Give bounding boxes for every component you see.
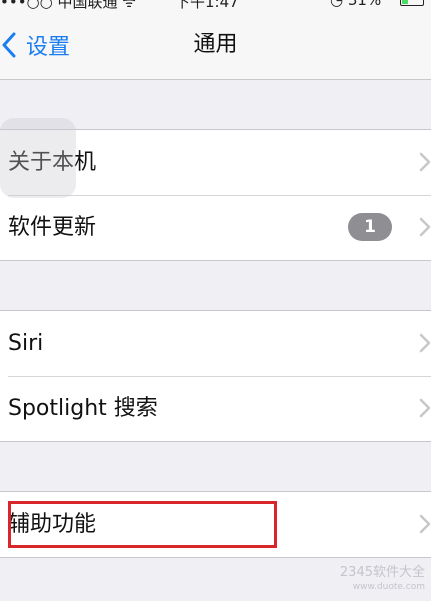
settings-group-accessibility: 辅助功能 [0, 491, 431, 558]
row-accessibility[interactable]: 辅助功能 [0, 492, 431, 557]
watermark-text: 2345软件大全 [339, 565, 425, 580]
settings-group-search: Siri Spotlight 搜索 [0, 310, 431, 442]
battery-percent: ◔ 31% [330, 0, 382, 9]
row-label: 辅助功能 [8, 512, 97, 537]
battery-icon [400, 0, 424, 6]
chevron-right-icon [419, 398, 431, 418]
row-spotlight-search[interactable]: Spotlight 搜索 [0, 376, 431, 441]
status-time: 下午1:47 [175, 0, 239, 10]
carrier-label: •••○○ 中国联通 ᯤ [0, 0, 136, 10]
settings-group-about: 关于本机 软件更新 1 [0, 129, 431, 261]
status-bar: •••○○ 中国联通 ᯤ 下午1:47 ◔ 31% [0, 0, 431, 10]
update-count-badge: 1 [348, 213, 392, 241]
watermark: 2345软件大全 www.duote.com [340, 566, 425, 594]
chevron-right-icon [419, 152, 431, 172]
row-label: 软件更新 [8, 215, 97, 240]
chevron-right-icon [419, 333, 431, 353]
row-about-device[interactable]: 关于本机 [0, 130, 431, 195]
row-label: Siri [8, 331, 44, 356]
row-siri[interactable]: Siri [0, 311, 431, 376]
row-label: Spotlight 搜索 [8, 396, 158, 421]
chevron-right-icon [419, 217, 431, 237]
page-title: 通用 [193, 32, 238, 57]
battery-fill [402, 0, 408, 4]
watermark-url: www.duote.com [352, 582, 425, 592]
row-software-update[interactable]: 软件更新 1 [0, 195, 431, 260]
row-label: 关于本机 [8, 150, 97, 175]
chevron-right-icon [419, 514, 431, 534]
navigation-bar: 设置 通用 [0, 10, 431, 80]
